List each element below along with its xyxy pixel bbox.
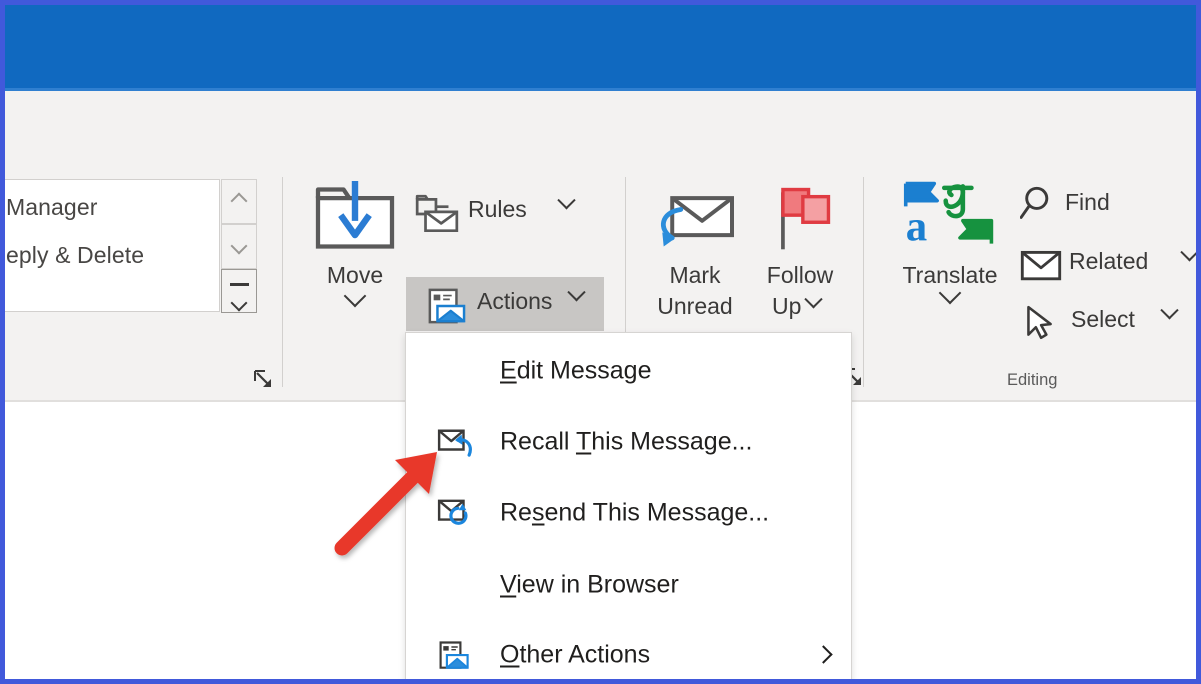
- quick-steps-gallery[interactable]: Manager eply & Delete: [0, 179, 220, 312]
- quick-steps-more-button[interactable]: [221, 269, 257, 313]
- menu-item-recall-this-message[interactable]: Recall This Message...: [407, 418, 852, 466]
- actions-button-label: Actions: [477, 288, 553, 314]
- find-button-label: Find: [1065, 189, 1110, 215]
- more-icon-bar: [229, 283, 249, 286]
- other-actions-icon: [437, 640, 475, 670]
- move-folder-icon: [315, 181, 395, 249]
- quickstep-item-reply-delete[interactable]: eply & Delete: [6, 242, 144, 269]
- resend-message-icon: [437, 498, 475, 528]
- menu-item-edit-message[interactable]: Edit Message: [407, 347, 852, 395]
- quickstep-item-manager[interactable]: Manager: [6, 194, 97, 221]
- dialog-launcher-icon: [254, 370, 271, 387]
- mark-unread-icon: [661, 196, 734, 247]
- mark-unread-label-line2: Unread: [657, 293, 733, 319]
- rules-button-label: Rules: [468, 196, 527, 222]
- quick-steps-scroll-down-button[interactable]: [221, 224, 257, 269]
- mark-unread-button[interactable]: Mark Unread: [643, 181, 747, 322]
- menu-item-view-in-browser[interactable]: View in Browser: [407, 561, 852, 609]
- chevron-right-icon: [814, 645, 833, 664]
- rules-icon: [415, 194, 459, 233]
- quick-steps-scroll-up-button[interactable]: [221, 179, 257, 224]
- move-button[interactable]: Move: [305, 181, 405, 308]
- menu-item-view-in-browser-label: View in Browser: [500, 570, 679, 599]
- menu-item-edit-message-label: Edit Message: [500, 356, 652, 385]
- mark-unread-label-line1: Mark: [669, 262, 721, 288]
- actions-dropdown-menu[interactable]: Edit Message Recall This Message... Rese…: [405, 332, 852, 679]
- more-icon-chevron: [230, 294, 248, 312]
- menu-item-other-actions-label: Other Actions: [500, 640, 651, 669]
- related-envelope-icon: [1020, 250, 1062, 281]
- follow-up-dropdown-caret-icon[interactable]: [804, 290, 823, 309]
- translate-icon: a: [903, 181, 994, 251]
- menu-item-other-actions[interactable]: Other Actions: [407, 631, 852, 679]
- quickstep-manager-icon: [0, 206, 2, 219]
- recall-message-icon: [437, 427, 475, 457]
- search-icon: [1020, 186, 1049, 219]
- menu-item-resend-this-message-label: Resend This Message...: [500, 498, 770, 527]
- scroll-up-icon: [230, 192, 248, 209]
- group-separator-quicksteps: [282, 177, 283, 387]
- translate-button[interactable]: a Translate: [898, 175, 1002, 305]
- actions-icon: [428, 288, 466, 324]
- follow-up-flag-icon: [781, 187, 831, 250]
- menu-item-recall-this-message-label: Recall This Message...: [500, 427, 753, 456]
- select-cursor-icon: [1027, 305, 1052, 340]
- menu-item-resend-this-message[interactable]: Resend This Message...: [407, 489, 852, 537]
- scroll-down-icon: [230, 237, 248, 254]
- quick-steps-dialog-launcher[interactable]: [253, 369, 275, 391]
- group-separator-tags: [863, 177, 864, 387]
- related-button-label: Related: [1069, 248, 1149, 274]
- follow-up-label-line2: Up: [772, 293, 802, 319]
- follow-up-label-line1: Follow: [766, 262, 834, 288]
- svg-text:a: a: [906, 204, 927, 251]
- title-bar: [5, 5, 1196, 88]
- select-button-label: Select: [1071, 306, 1135, 332]
- outlook-ribbon-screenshot: Manager eply & Delete Move Rules Actions…: [0, 0, 1201, 684]
- editing-group-label: Editing: [1007, 371, 1058, 389]
- follow-up-button[interactable]: Follow Up: [750, 181, 850, 322]
